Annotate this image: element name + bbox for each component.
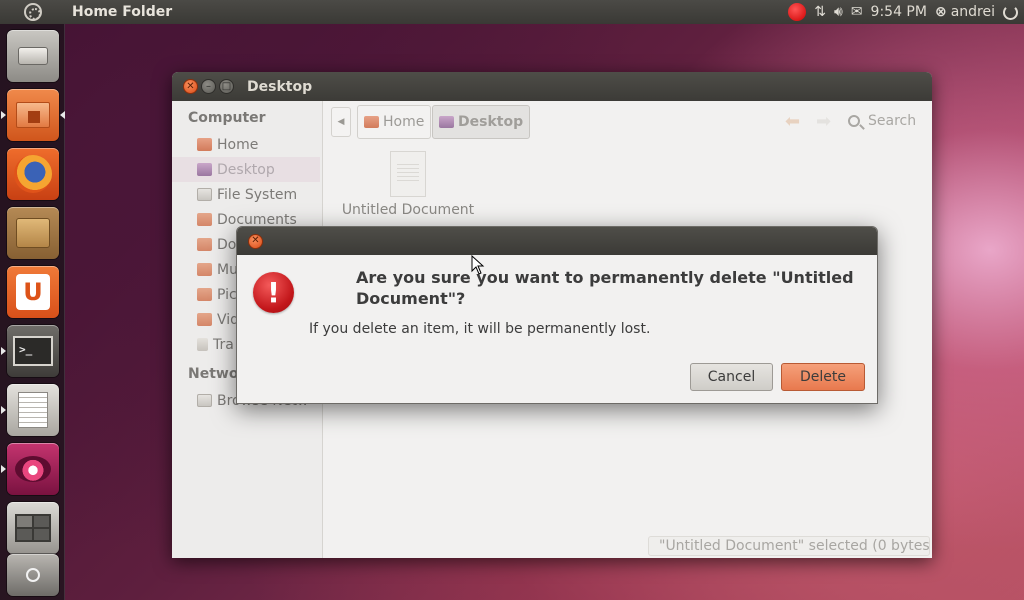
sidebar-item-label: Desktop: [217, 161, 275, 178]
folder-icon: [197, 238, 212, 251]
forward-arrow-icon[interactable]: ➡: [816, 113, 831, 131]
record-indicator-icon[interactable]: [788, 3, 807, 21]
trash-icon: [197, 338, 208, 351]
sidebar-item-home[interactable]: Home: [172, 132, 320, 157]
maximize-icon: □: [221, 80, 232, 92]
folder-icon: [197, 213, 212, 226]
minimize-icon: –: [206, 80, 211, 92]
window-minimize-button[interactable]: –: [201, 79, 216, 94]
file-item[interactable]: Untitled Document: [340, 151, 476, 218]
power-icon[interactable]: [1003, 4, 1018, 20]
user-menu[interactable]: ⊗ andrei: [935, 4, 995, 20]
breadcrumb-label: Home: [383, 114, 425, 130]
ubuntu-logo-icon: [23, 3, 42, 21]
sidebar-item-desktop[interactable]: Desktop: [172, 157, 320, 182]
breadcrumb-label: Desktop: [458, 114, 524, 130]
folder-icon: [197, 263, 212, 276]
sidebar-item-label: Do: [217, 236, 237, 253]
close-icon: ✕: [186, 80, 195, 92]
sidebar-header-computer: Computer: [188, 110, 266, 126]
home-icon: [197, 138, 212, 151]
toolbar: ◀ Home Desktop ⬅ ➡ Search: [323, 101, 932, 145]
user-status-icon: ⊗: [934, 4, 947, 20]
status-bar: "Untitled Document" selected (0 bytes): [648, 536, 930, 556]
dialog-message: If you delete an item, it will be perman…: [309, 321, 651, 337]
software-center-icon[interactable]: [7, 207, 59, 259]
history-back-button[interactable]: ◀: [331, 107, 351, 137]
back-arrow-icon[interactable]: ⬅: [785, 113, 800, 131]
disk-utility-icon[interactable]: [7, 30, 59, 82]
top-panel: Home Folder ⇅ 🔊︎ ✉ 9:54 PM ⊗ andrei: [0, 0, 1024, 24]
window-maximize-button[interactable]: □: [219, 79, 234, 94]
terminal-icon[interactable]: >_: [7, 325, 59, 377]
drive-icon: [197, 188, 212, 201]
workspace-switcher-icon[interactable]: [7, 502, 59, 554]
sidebar-item-label: Mu: [217, 261, 238, 278]
user-name: andrei: [950, 4, 995, 20]
close-icon: ✕: [251, 235, 260, 246]
dialog-close-button[interactable]: ✕: [248, 233, 263, 249]
text-editor-icon[interactable]: [7, 384, 59, 436]
sidebar-item-label: Home: [217, 136, 259, 153]
sidebar-item-label: Tra: [213, 336, 234, 353]
network-icon[interactable]: ⇅: [814, 5, 826, 19]
messaging-icon[interactable]: ✉: [851, 5, 863, 19]
sidebar-item-label: Pic: [217, 286, 237, 303]
file-name: Untitled Document: [341, 202, 475, 218]
clock[interactable]: 9:54 PM: [871, 4, 927, 20]
network-folder-icon: [197, 394, 212, 407]
sidebar-item-file-system[interactable]: File System: [172, 182, 320, 207]
lens-icon[interactable]: [7, 554, 59, 596]
screen-recorder-icon[interactable]: [7, 443, 59, 495]
text-document-icon: [390, 151, 426, 197]
app-title: Home Folder: [72, 4, 173, 20]
sidebar-item-label: File System: [217, 186, 298, 203]
error-icon: !: [253, 272, 294, 313]
launcher: U >_: [0, 24, 65, 600]
search-icon: [848, 115, 860, 127]
mouse-cursor-icon: [471, 255, 485, 275]
folder-icon: [197, 288, 212, 301]
home-icon: [364, 116, 379, 128]
desktop-icon: [197, 163, 212, 176]
volume-icon[interactable]: 🔊︎: [834, 5, 843, 19]
dialog-heading: Are you sure you want to permanently del…: [356, 268, 854, 308]
search-label: Search: [868, 113, 917, 129]
delete-button[interactable]: Delete: [781, 363, 865, 391]
folder-icon: [197, 313, 212, 326]
indicator-area: ⇅ 🔊︎ ✉ 9:54 PM ⊗ andrei: [788, 0, 1018, 24]
window-close-button[interactable]: ✕: [183, 79, 198, 94]
chevron-left-icon: ◀: [337, 117, 345, 127]
home-folder-icon[interactable]: [7, 89, 59, 141]
dialog-titlebar[interactable]: ✕: [237, 227, 877, 255]
firefox-icon[interactable]: [7, 148, 59, 200]
search-button[interactable]: Search: [848, 113, 916, 129]
desktop-icon: [439, 116, 454, 128]
breadcrumb-desktop[interactable]: Desktop: [432, 105, 531, 139]
cancel-button[interactable]: Cancel: [690, 363, 773, 391]
delete-confirmation-dialog: ✕ ! Are you sure you want to permanently…: [236, 226, 878, 404]
dash-button[interactable]: [0, 0, 65, 24]
ubuntu-one-icon[interactable]: U: [7, 266, 59, 318]
breadcrumb-home[interactable]: Home: [357, 105, 432, 139]
window-title: Desktop: [247, 78, 313, 95]
window-titlebar[interactable]: ✕ – □ Desktop: [172, 72, 932, 101]
